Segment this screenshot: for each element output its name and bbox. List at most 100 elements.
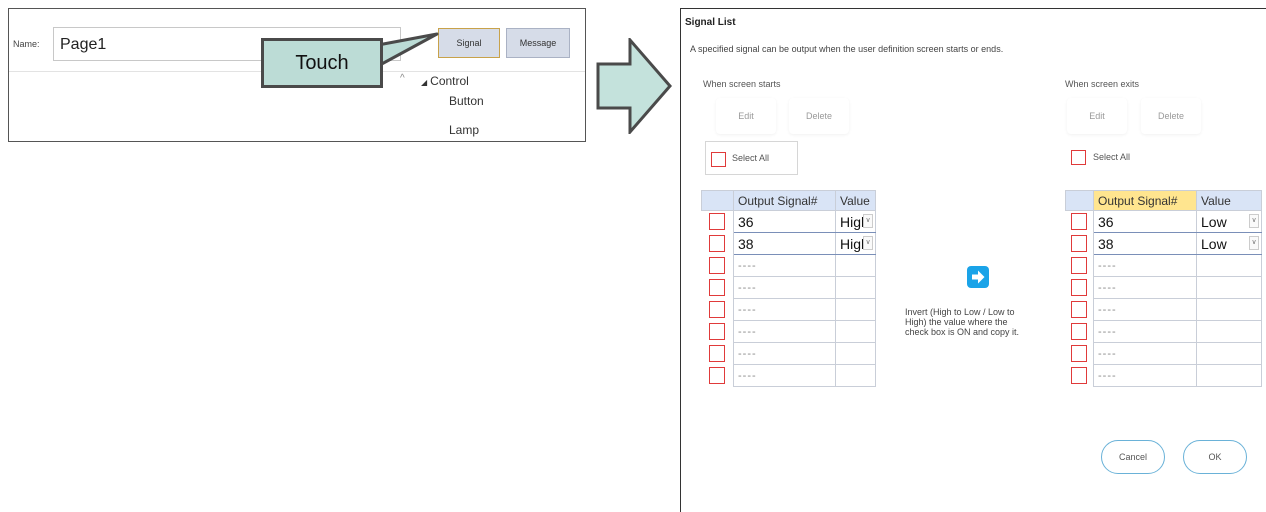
- output-signal-cell[interactable]: 36: [733, 210, 836, 233]
- select-all-start-checkbox[interactable]: [711, 152, 726, 167]
- table-row[interactable]: 36 High ∨: [701, 210, 876, 233]
- edit-exit-button[interactable]: Edit: [1067, 98, 1127, 134]
- cancel-button[interactable]: Cancel: [1101, 440, 1165, 474]
- value-cell[interactable]: [1196, 276, 1262, 299]
- table-row[interactable]: 38 Low ∨: [1065, 232, 1262, 255]
- row-checkbox[interactable]: [709, 213, 726, 231]
- row-checkbox-cell: [1065, 210, 1094, 233]
- row-checkbox-cell: [701, 364, 734, 387]
- output-signal-cell[interactable]: ----: [733, 320, 836, 343]
- table-row[interactable]: ----: [701, 298, 876, 321]
- select-all-start[interactable]: Select All: [705, 141, 798, 175]
- ok-button[interactable]: OK: [1183, 440, 1247, 474]
- output-signal-cell[interactable]: ----: [733, 276, 836, 299]
- output-signal-cell[interactable]: ----: [1093, 276, 1197, 299]
- dropdown-arrow-icon[interactable]: ∨: [1249, 214, 1259, 228]
- table-row[interactable]: ----: [1065, 254, 1262, 277]
- row-checkbox[interactable]: [709, 278, 726, 296]
- select-all-exit[interactable]: Select All: [1071, 149, 1181, 169]
- row-checkbox[interactable]: [709, 300, 726, 318]
- select-all-exit-checkbox[interactable]: [1071, 150, 1086, 165]
- table-row[interactable]: ----: [701, 320, 876, 343]
- delete-exit-button[interactable]: Delete: [1141, 98, 1201, 134]
- output-signal-cell[interactable]: 38: [1093, 232, 1197, 255]
- row-checkbox[interactable]: [1071, 300, 1088, 318]
- value-cell[interactable]: Low ∨: [1196, 232, 1262, 255]
- output-signal-cell[interactable]: ----: [733, 254, 836, 277]
- row-checkbox-cell: [701, 298, 734, 321]
- header-output-signal: Output Signal#: [733, 190, 836, 211]
- row-checkbox-cell: [701, 276, 734, 299]
- row-checkbox[interactable]: [1071, 344, 1088, 362]
- row-checkbox-cell: [1065, 276, 1094, 299]
- row-checkbox[interactable]: [1071, 213, 1088, 231]
- row-checkbox[interactable]: [1071, 322, 1088, 340]
- table-row[interactable]: ----: [1065, 320, 1262, 343]
- output-signal-cell[interactable]: ----: [1093, 364, 1197, 387]
- table-row[interactable]: 38 High ∨: [701, 232, 876, 255]
- dropdown-arrow-icon[interactable]: ∨: [863, 214, 873, 228]
- table-row[interactable]: ----: [701, 364, 876, 387]
- table-row[interactable]: ----: [1065, 364, 1262, 387]
- dialog-description: A specified signal can be output when th…: [690, 44, 1004, 54]
- exit-signal-table: Output Signal# Value 36 Low ∨ 38 Low ∨ ---- ---…: [1065, 190, 1262, 387]
- table-row[interactable]: ----: [1065, 342, 1262, 365]
- value-cell[interactable]: [835, 254, 876, 277]
- edit-start-button[interactable]: Edit: [716, 98, 776, 134]
- value-cell[interactable]: [835, 364, 876, 387]
- value-cell[interactable]: [835, 342, 876, 365]
- value-cell[interactable]: [1196, 298, 1262, 321]
- value-cell[interactable]: [1196, 254, 1262, 277]
- row-checkbox[interactable]: [709, 234, 726, 252]
- header-value: Value: [1196, 190, 1262, 211]
- value-text: Low: [1201, 213, 1227, 230]
- select-all-start-label: Select All: [732, 153, 770, 163]
- row-checkbox[interactable]: [709, 256, 726, 274]
- row-checkbox-cell: [701, 320, 734, 343]
- row-checkbox-cell: [1065, 342, 1094, 365]
- row-checkbox[interactable]: [709, 366, 726, 384]
- value-cell[interactable]: [1196, 342, 1262, 365]
- delete-start-button[interactable]: Delete: [789, 98, 849, 134]
- signal-list-dialog: Signal List A specified signal can be ou…: [680, 8, 1266, 512]
- dropdown-arrow-icon[interactable]: ∨: [863, 236, 873, 250]
- output-signal-cell[interactable]: ----: [733, 342, 836, 365]
- value-cell[interactable]: [835, 276, 876, 299]
- output-signal-cell[interactable]: ----: [1093, 320, 1197, 343]
- table-row[interactable]: ----: [701, 254, 876, 277]
- value-text: Low: [1201, 235, 1227, 252]
- row-checkbox[interactable]: [1071, 256, 1088, 274]
- output-signal-cell[interactable]: ----: [1093, 342, 1197, 365]
- value-cell[interactable]: [835, 298, 876, 321]
- copy-invert-button[interactable]: [967, 266, 989, 288]
- output-signal-cell[interactable]: ----: [733, 364, 836, 387]
- output-signal-cell[interactable]: 38: [733, 232, 836, 255]
- row-checkbox[interactable]: [1071, 366, 1088, 384]
- table-row[interactable]: ----: [701, 342, 876, 365]
- value-cell[interactable]: Low ∨: [1196, 210, 1262, 233]
- row-checkbox-cell: [1065, 320, 1094, 343]
- row-checkbox[interactable]: [1071, 278, 1088, 296]
- row-checkbox[interactable]: [709, 322, 726, 340]
- touch-callout: Touch: [261, 38, 383, 88]
- dropdown-arrow-icon[interactable]: ∨: [1249, 236, 1259, 250]
- value-cell[interactable]: [1196, 364, 1262, 387]
- output-signal-cell[interactable]: ----: [1093, 254, 1197, 277]
- row-checkbox[interactable]: [709, 344, 726, 362]
- value-cell[interactable]: [1196, 320, 1262, 343]
- table-row[interactable]: 36 Low ∨: [1065, 210, 1262, 233]
- value-cell[interactable]: [835, 320, 876, 343]
- touch-callout-text: Touch: [295, 51, 349, 74]
- row-checkbox[interactable]: [1071, 234, 1088, 252]
- section-start-heading: When screen starts: [703, 79, 781, 89]
- output-signal-cell[interactable]: ----: [1093, 298, 1197, 321]
- value-cell[interactable]: High ∨: [835, 232, 876, 255]
- table-row[interactable]: ----: [1065, 276, 1262, 299]
- table-row[interactable]: ----: [1065, 298, 1262, 321]
- output-signal-cell[interactable]: 36: [1093, 210, 1197, 233]
- value-cell[interactable]: High ∨: [835, 210, 876, 233]
- table-header-row: Output Signal# Value: [1065, 190, 1262, 211]
- output-signal-cell[interactable]: ----: [733, 298, 836, 321]
- row-checkbox-cell: [1065, 254, 1094, 277]
- table-row[interactable]: ----: [701, 276, 876, 299]
